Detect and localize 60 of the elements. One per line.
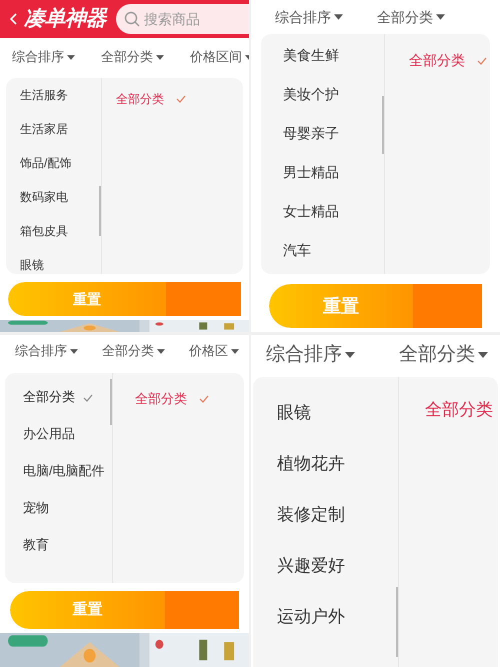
category-item[interactable]: 眼镜 <box>253 387 398 438</box>
filter-tab[interactable]: 全部分类 <box>377 6 445 28</box>
category-item[interactable]: 运动户外 <box>253 591 398 642</box>
subcategory-item[interactable]: 全部分类 <box>409 50 490 71</box>
category-item[interactable]: 装修定制 <box>253 489 398 540</box>
confirm-button[interactable] <box>166 282 241 316</box>
category-item[interactable]: 全部分类 <box>5 379 112 416</box>
check-icon <box>83 394 93 402</box>
filter-tab[interactable]: 价格区 <box>189 341 239 361</box>
category-item[interactable]: 饰品/配饰 <box>6 146 101 180</box>
category-item[interactable]: 美食生鲜 <box>261 36 384 75</box>
filter-tab[interactable]: 综合排序 <box>12 47 75 67</box>
filter-tab[interactable]: 全部分类 <box>399 340 488 370</box>
caret-icon <box>345 352 355 358</box>
scrollbar-thumb <box>396 587 398 657</box>
check-icon <box>176 95 186 103</box>
category-item[interactable]: 办公用品 <box>5 416 112 453</box>
search-icon <box>124 11 140 27</box>
check-icon <box>477 56 487 64</box>
caret-icon <box>156 54 164 60</box>
category-item[interactable]: 兴趣爱好 <box>253 540 398 591</box>
subcategory-item[interactable]: 全部分类 <box>135 389 244 408</box>
scrollbar-thumb <box>382 96 384 154</box>
category-item[interactable]: 男士精品 <box>261 153 384 192</box>
search-field[interactable]: 搜索商品 <box>116 4 249 34</box>
category-item[interactable]: 美妆个护 <box>261 75 384 114</box>
category-item[interactable]: 女士精品 <box>261 192 384 231</box>
category-item[interactable]: 生活服务 <box>6 78 101 112</box>
scrollbar-thumb <box>110 379 112 425</box>
filter-tab[interactable]: 综合排序 <box>275 6 343 28</box>
back-icon <box>10 13 18 25</box>
confirm-button[interactable] <box>413 284 482 328</box>
filter-tab[interactable]: 综合排序 <box>15 341 78 361</box>
category-item[interactable]: 植物花卉 <box>253 438 398 489</box>
filter-tab[interactable]: 综合排序 <box>266 340 355 370</box>
category-item[interactable]: 眼镜 <box>6 248 101 274</box>
caret-icon <box>436 14 445 20</box>
caret-icon <box>478 352 488 358</box>
caret-icon <box>334 14 343 20</box>
category-item[interactable]: 教育 <box>5 527 112 564</box>
caret-icon <box>157 348 165 354</box>
filter-tab[interactable]: 全部分类 <box>101 47 164 67</box>
category-item[interactable]: 箱包皮具 <box>6 214 101 248</box>
subcategory-item[interactable]: 全部分类 <box>425 397 498 422</box>
scrollbar-thumb <box>99 186 101 236</box>
category-item[interactable]: 汽车 <box>261 231 384 270</box>
caret-icon <box>67 54 75 60</box>
category-item[interactable]: 数码家电 <box>6 180 101 214</box>
subcategory-item[interactable]: 全部分类 <box>116 90 243 108</box>
category-item[interactable]: 宠物 <box>5 490 112 527</box>
caret-icon <box>70 348 78 354</box>
category-item[interactable]: 生活家居 <box>6 112 101 146</box>
confirm-button[interactable] <box>165 591 239 629</box>
category-item[interactable]: 母婴亲子 <box>261 114 384 153</box>
check-icon <box>199 394 209 403</box>
caret-icon <box>231 348 239 354</box>
filter-tab[interactable]: 价格区间 <box>190 47 249 67</box>
filter-tab[interactable]: 全部分类 <box>102 341 165 361</box>
logo-title: 凑单神器 <box>24 5 106 32</box>
category-item[interactable]: 电脑/电脑配件 <box>5 453 112 490</box>
